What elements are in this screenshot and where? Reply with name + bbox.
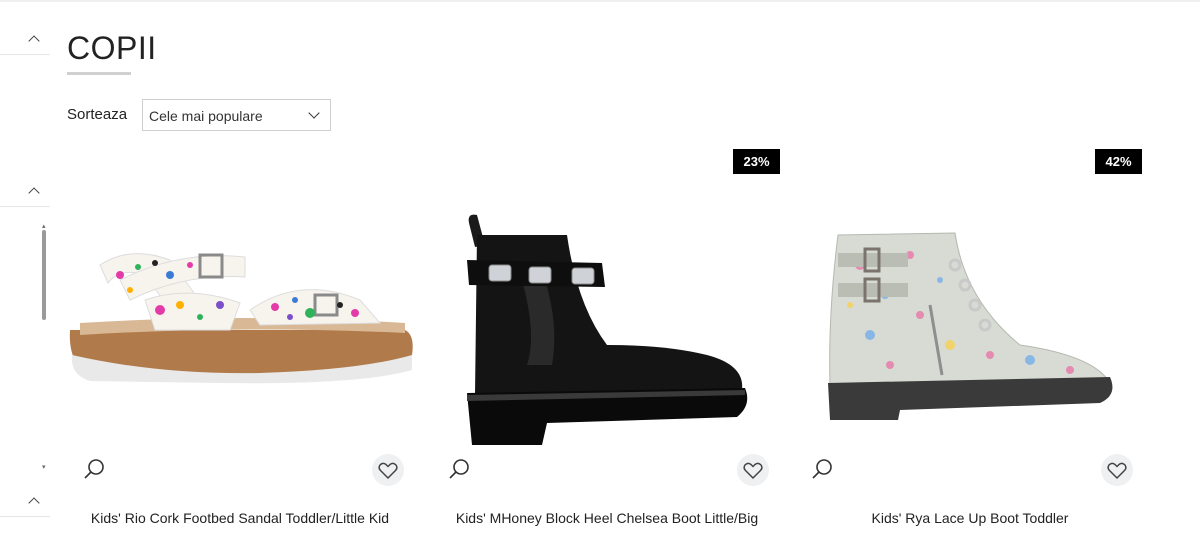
- heart-icon: [743, 462, 763, 480]
- top-divider: [0, 0, 1200, 2]
- chevron-up-icon: [28, 35, 40, 47]
- product-card[interactable]: 42% Kids' Rya Lace Up Boot Toddler: [790, 145, 1150, 533]
- sort-select[interactable]: Cele mai populare: [142, 99, 331, 131]
- search-icon[interactable]: [82, 457, 106, 481]
- title-underline: [67, 72, 131, 75]
- scroll-down-arrow-icon[interactable]: ▾: [42, 463, 46, 471]
- wishlist-button[interactable]: [1101, 454, 1133, 486]
- product-card[interactable]: Kids' Rio Cork Footbed Sandal Toddler/Li…: [60, 145, 420, 533]
- wishlist-button[interactable]: [737, 454, 769, 486]
- product-image[interactable]: [427, 205, 787, 455]
- chevron-up-icon: [28, 497, 40, 509]
- chevron-down-icon: [308, 107, 320, 119]
- filter-collapse-toggle[interactable]: [0, 185, 50, 207]
- search-icon[interactable]: [447, 457, 471, 481]
- product-name[interactable]: Kids' Rio Cork Footbed Sandal Toddler/Li…: [60, 510, 420, 526]
- scrollbar-thumb[interactable]: [42, 230, 46, 320]
- discount-badge: 42%: [1095, 149, 1142, 174]
- product-image[interactable]: [60, 205, 420, 455]
- discount-badge: 23%: [733, 149, 780, 174]
- search-icon[interactable]: [810, 457, 834, 481]
- scroll-up-arrow-icon[interactable]: ▴: [42, 222, 46, 230]
- product-card[interactable]: 23% Kids' MHoney Block Heel Chelsea Boot…: [427, 145, 787, 533]
- filter-collapse-toggle[interactable]: [0, 33, 50, 55]
- heart-icon: [378, 462, 398, 480]
- sort-selected-value: Cele mai populare: [149, 108, 263, 124]
- page-title: COPII: [67, 30, 157, 66]
- sort-label: Sorteaza: [67, 106, 128, 123]
- filter-collapse-toggle[interactable]: [0, 495, 50, 517]
- heart-icon: [1107, 462, 1127, 480]
- filter-sidebar: ▴ ▾: [0, 0, 52, 533]
- product-name[interactable]: Kids' MHoney Block Heel Chelsea Boot Lit…: [427, 510, 787, 526]
- product-image[interactable]: [790, 205, 1150, 455]
- wishlist-button[interactable]: [372, 454, 404, 486]
- product-name[interactable]: Kids' Rya Lace Up Boot Toddler: [790, 510, 1150, 526]
- chevron-up-icon: [28, 187, 40, 199]
- page: ▴ ▾ COPII Sorteaza Cele mai populare Kid…: [0, 0, 1200, 533]
